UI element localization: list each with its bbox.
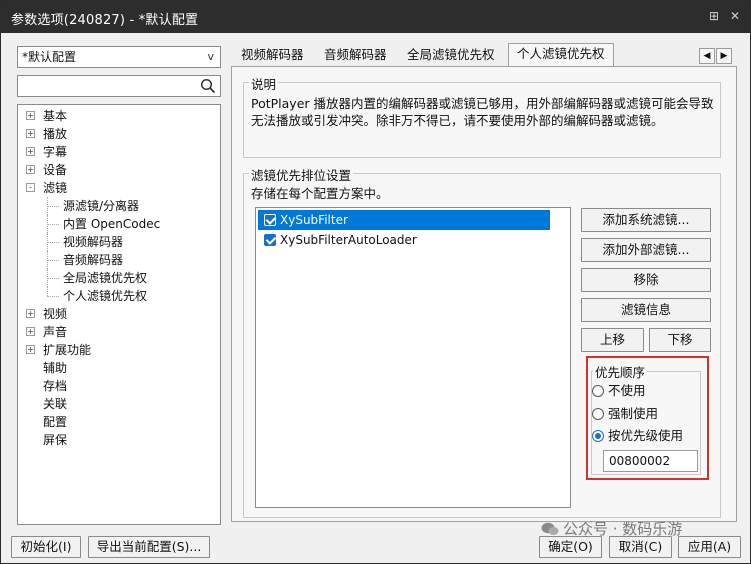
- tree-item-label: 扩展功能: [43, 343, 92, 357]
- checkbox-checked-icon[interactable]: [264, 214, 276, 226]
- tree-item[interactable]: 辅助: [18, 359, 220, 377]
- priority-settings-legend: 滤镜优先排位设置: [249, 165, 354, 184]
- tree-item[interactable]: 源滤镜/分离器: [18, 197, 220, 215]
- tree-item[interactable]: 关联: [18, 395, 220, 413]
- tree-item-label: 字幕: [43, 145, 68, 159]
- move-up-button[interactable]: 上移: [581, 328, 644, 352]
- tree-item-label: 屏保: [43, 433, 68, 447]
- tree-guide-line: [47, 296, 59, 297]
- tree-item[interactable]: + 声音: [18, 323, 220, 341]
- preset-select[interactable]: *默认配置 v: [17, 46, 221, 68]
- watermark-text: 公众号 · 数码乐游: [563, 520, 683, 538]
- add-system-filter-button[interactable]: 添加系统滤镜...: [581, 208, 711, 232]
- tab-scroll-left-icon[interactable]: ◀: [699, 48, 715, 64]
- tree-guide-line: [47, 242, 59, 243]
- watermark: 公众号 · 数码乐游: [541, 517, 682, 541]
- add-external-filter-button[interactable]: 添加外部滤镜...: [581, 238, 711, 262]
- move-down-button[interactable]: 下移: [649, 328, 711, 352]
- tree-item-label: 视频: [43, 307, 68, 321]
- filter-list[interactable]: XySubFilter XySubFilterAutoLoader: [255, 207, 571, 508]
- tree-item-label: 设备: [43, 163, 68, 177]
- list-item[interactable]: XySubFilter: [258, 210, 550, 230]
- tree-item-label: 源滤镜/分离器: [63, 199, 140, 213]
- expand-icon[interactable]: +: [26, 129, 35, 138]
- tree-item[interactable]: 音频解码器: [18, 251, 220, 269]
- tree-item[interactable]: + 字幕: [18, 143, 220, 161]
- export-config-button[interactable]: 导出当前配置(S)...: [88, 536, 210, 558]
- description-legend: 说明: [249, 74, 279, 93]
- tree-item-label: 全局滤镜优先权: [63, 271, 148, 285]
- tab-video-decoder[interactable]: 视频解码器: [233, 45, 312, 67]
- title-bar[interactable]: 参数选项(240827) - *默认配置 ⊞ ✕: [1, 1, 750, 33]
- preferences-window: 参数选项(240827) - *默认配置 ⊞ ✕ *默认配置 v + 基本 + 播放 +…: [0, 0, 751, 564]
- tab-global-filter-priority[interactable]: 全局滤镜优先权: [399, 45, 503, 67]
- tree-item-label: 音频解码器: [63, 253, 124, 267]
- radio-selected-icon[interactable]: [592, 430, 604, 442]
- tree-item-label: 内置 OpenCodec: [63, 217, 161, 231]
- search-input[interactable]: [21, 77, 191, 95]
- tree-guide-line: [47, 260, 59, 261]
- tree-guide-line: [47, 206, 59, 207]
- settings-tree[interactable]: + 基本 + 播放 + 字幕 + 设备 - 滤镜 源滤镜/分离器 内置 OpenCodec 视频解码器音…: [17, 104, 221, 525]
- description-text: PotPlayer 播放器内置的编解码器或滤镜已够用，用外部编解码器或滤镜可能会…: [251, 96, 714, 128]
- priority-settings-note: 存储在每个配置方案中。: [251, 186, 389, 201]
- collapse-icon[interactable]: -: [26, 183, 35, 192]
- tree-item[interactable]: 配置: [18, 413, 220, 431]
- radio-icon[interactable]: [592, 408, 604, 420]
- priority-order-legend: 优先顺序: [593, 362, 648, 381]
- apply-button[interactable]: 应用(A): [678, 536, 741, 558]
- search-icon[interactable]: [200, 78, 216, 94]
- wechat-icon: [541, 522, 559, 535]
- tree-item[interactable]: + 扩展功能: [18, 341, 220, 359]
- tree-item[interactable]: 个人滤镜优先权: [18, 287, 220, 305]
- tree-item-label: 声音: [43, 325, 68, 339]
- close-icon[interactable]: ✕: [728, 9, 742, 23]
- tree-item[interactable]: 视频解码器: [18, 233, 220, 251]
- radio-icon[interactable]: [592, 385, 604, 397]
- remove-filter-button[interactable]: 移除: [581, 268, 711, 292]
- tree-item-label: 滤镜: [43, 181, 68, 195]
- expand-icon[interactable]: +: [26, 309, 35, 318]
- tree-item[interactable]: + 播放: [18, 125, 220, 143]
- expand-icon[interactable]: +: [26, 345, 35, 354]
- tree-guide-line: [47, 278, 59, 279]
- window-title: 参数选项(240827) - *默认配置: [11, 13, 199, 28]
- tree-item-label: 视频解码器: [63, 235, 124, 249]
- filter-info-button[interactable]: 滤镜信息: [581, 298, 711, 322]
- chevron-down-icon: v: [207, 50, 214, 63]
- tree-item[interactable]: - 滤镜: [18, 179, 220, 197]
- tree-item-label: 配置: [43, 415, 68, 429]
- tree-item-label: 关联: [43, 397, 68, 411]
- list-item[interactable]: XySubFilterAutoLoader: [258, 230, 550, 250]
- reset-button[interactable]: 初始化(I): [11, 536, 81, 558]
- tree-guide-line: [47, 224, 59, 225]
- filter-name: XySubFilter: [280, 213, 348, 227]
- checkbox-checked-icon[interactable]: [264, 234, 276, 246]
- tree-item-label: 辅助: [43, 361, 68, 375]
- tab-audio-decoder[interactable]: 音频解码器: [316, 45, 395, 67]
- tree-item[interactable]: 存档: [18, 377, 220, 395]
- expand-icon[interactable]: +: [26, 147, 35, 156]
- tree-item[interactable]: + 视频: [18, 305, 220, 323]
- tree-item[interactable]: 内置 OpenCodec: [18, 215, 220, 233]
- tree-item-label: 基本: [43, 109, 68, 123]
- expand-icon[interactable]: +: [26, 165, 35, 174]
- tree-item-label: 个人滤镜优先权: [63, 289, 148, 303]
- tree-item[interactable]: 全局滤镜优先权: [18, 269, 220, 287]
- tree-item-label: 存档: [43, 379, 68, 393]
- tree-item[interactable]: 屏保: [18, 431, 220, 449]
- tab-scroll-right-icon[interactable]: ▶: [716, 48, 732, 64]
- tree-guide-line: [47, 287, 48, 296]
- preset-value: *默认配置: [22, 50, 77, 64]
- expand-icon[interactable]: +: [26, 327, 35, 336]
- tree-item[interactable]: + 设备: [18, 161, 220, 179]
- priority-value-input[interactable]: 00800002: [603, 450, 698, 472]
- tab-strip: 视频解码器 音频解码器 全局滤镜优先权 个人滤镜优先权: [231, 43, 731, 69]
- pin-icon[interactable]: ⊞: [707, 9, 721, 23]
- expand-icon[interactable]: +: [26, 111, 35, 120]
- tree-item[interactable]: + 基本: [18, 107, 220, 125]
- filter-name: XySubFilterAutoLoader: [280, 233, 417, 247]
- search-box[interactable]: [17, 75, 221, 97]
- tree-item-label: 播放: [43, 127, 68, 141]
